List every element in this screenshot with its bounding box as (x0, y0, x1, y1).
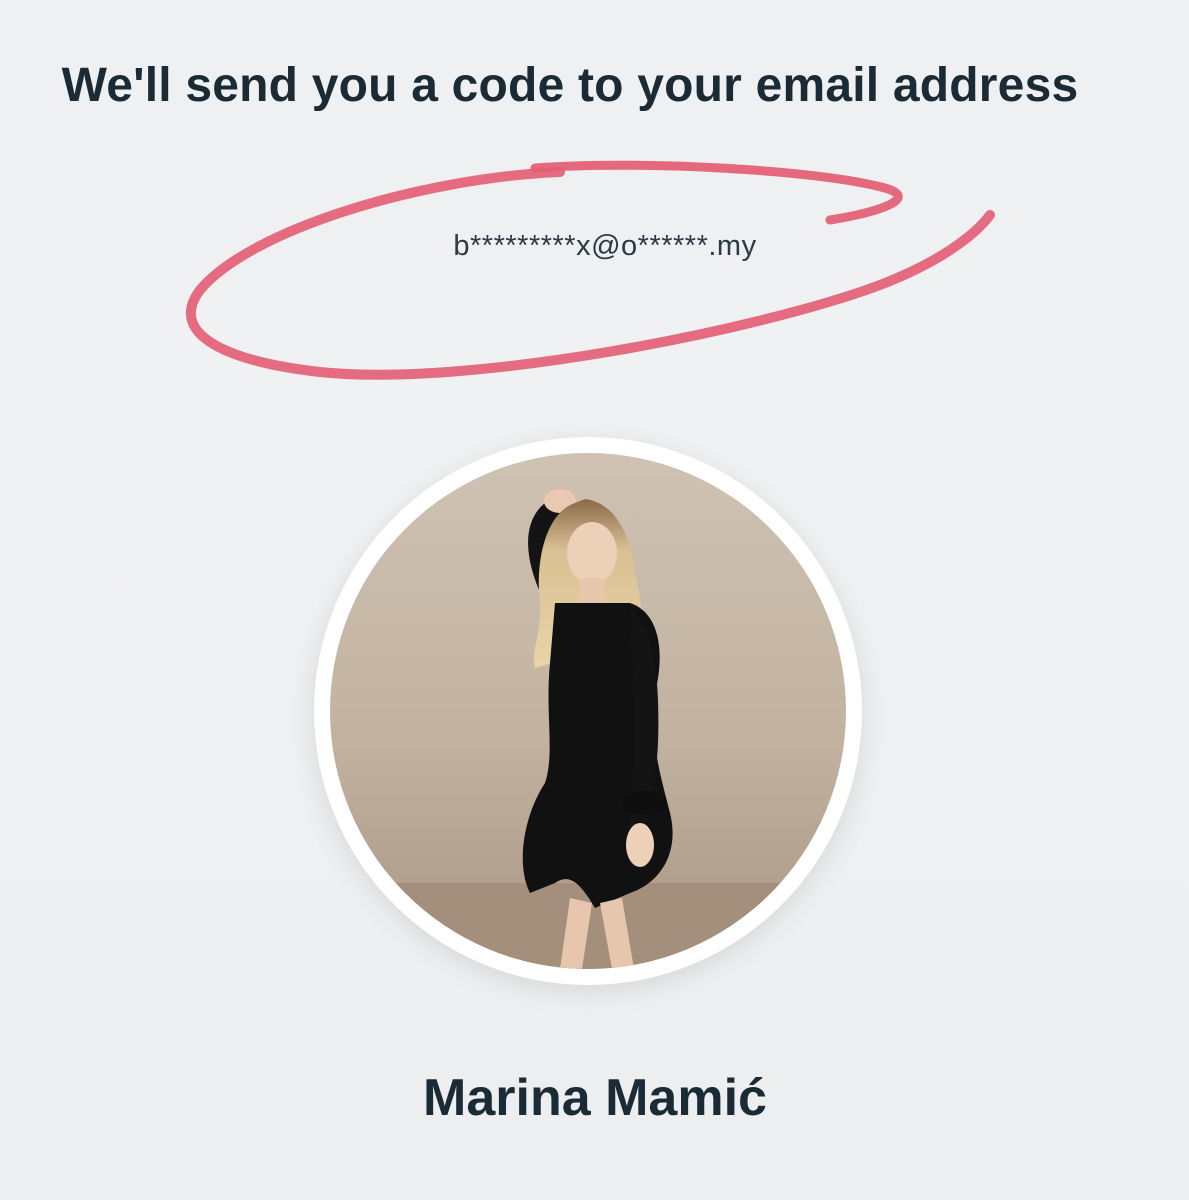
recovery-screen: We'll send you a code to your email addr… (0, 0, 1189, 1200)
profile-name: Marina Mamić (423, 1069, 767, 1127)
page-title: We'll send you a code to your email addr… (61, 59, 1079, 112)
masked-email-text: b*********x@o******.my (453, 230, 757, 262)
avatar (330, 453, 846, 969)
avatar-frame (314, 437, 862, 985)
profile-photo-icon (330, 453, 846, 969)
